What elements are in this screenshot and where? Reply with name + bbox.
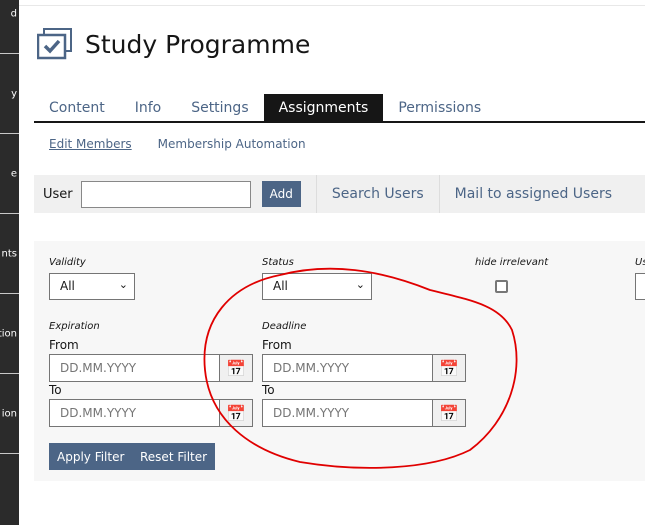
checkbox-window-icon [37, 28, 72, 60]
deadline-to-field: DD.MM.YYYY 📅 [262, 399, 466, 427]
hide-irrelevant-label: hide irrelevant [475, 257, 549, 268]
tab-bar: Content Info Settings Assignments Permis… [34, 94, 645, 123]
tab-permissions[interactable]: Permissions [383, 94, 496, 121]
sidebar-item-label: d [10, 8, 17, 19]
status-label: Status [262, 257, 294, 268]
apply-filter-button[interactable]: Apply Filter [49, 443, 133, 470]
add-button[interactable]: Add [261, 181, 301, 207]
expiration-from-field: DD.MM.YYYY 📅 [49, 354, 253, 382]
chevron-down-icon: ⌄ [355, 278, 365, 291]
expiration-to-field: DD.MM.YYYY 📅 [49, 399, 253, 427]
filter-panel: Validity All ⌄ Status All ⌄ hide irrelevan… [34, 241, 645, 481]
toolbar: User Add Search Users Mail to assigned U… [34, 175, 645, 213]
calendar-icon[interactable]: 📅 [220, 399, 253, 427]
page-header: Study Programme [37, 28, 310, 60]
user-input[interactable] [80, 180, 251, 208]
deadline-to-input[interactable]: DD.MM.YYYY [262, 399, 433, 427]
validity-value: All [60, 279, 75, 293]
sidebar-item[interactable]: nts [0, 214, 19, 294]
sidebar: d y e nts ation ion [0, 0, 19, 525]
deadline-from-input[interactable]: DD.MM.YYYY [262, 354, 433, 382]
status-select[interactable]: All ⌄ [262, 273, 372, 300]
top-bar [19, 0, 645, 6]
sidebar-item-label: y [11, 88, 17, 99]
sidebar-item[interactable]: d [0, 0, 19, 54]
expiration-to-input[interactable]: DD.MM.YYYY [49, 399, 220, 427]
tab-content[interactable]: Content [34, 94, 120, 121]
subtab-edit-members[interactable]: Edit Members [49, 137, 132, 151]
hide-irrelevant-checkbox[interactable] [495, 280, 508, 293]
calendar-icon[interactable]: 📅 [433, 399, 466, 427]
cut-off-select[interactable] [635, 273, 645, 300]
deadline-from-field: DD.MM.YYYY 📅 [262, 354, 466, 382]
mail-users-button[interactable]: Mail to assigned Users [455, 186, 612, 202]
tab-info[interactable]: Info [120, 94, 177, 121]
sidebar-item[interactable]: ion [0, 374, 19, 454]
expiration-to-label: To [49, 383, 62, 397]
sidebar-item-label: ion [1, 408, 17, 419]
sidebar-item[interactable]: e [0, 134, 19, 214]
status-value: All [273, 279, 288, 293]
tab-assignments[interactable]: Assignments [263, 94, 384, 121]
calendar-icon[interactable]: 📅 [220, 354, 253, 382]
sidebar-item-label: nts [1, 248, 17, 259]
deadline-label: Deadline [262, 321, 307, 332]
sidebar-item[interactable]: ation [0, 294, 19, 374]
divider [315, 175, 317, 213]
sidebar-item-label: e [10, 168, 17, 179]
search-users-button[interactable]: Search Users [332, 186, 424, 202]
sidebar-item-label: ation [0, 328, 17, 339]
deadline-from-label: From [262, 338, 292, 352]
validity-label: Validity [49, 257, 86, 268]
expiration-from-label: From [49, 338, 79, 352]
calendar-icon[interactable]: 📅 [433, 354, 466, 382]
validity-select[interactable]: All ⌄ [49, 273, 135, 300]
expiration-from-input[interactable]: DD.MM.YYYY [49, 354, 220, 382]
page-title: Study Programme [85, 29, 311, 59]
chevron-down-icon: ⌄ [118, 278, 128, 291]
sidebar-item[interactable]: y [0, 54, 19, 134]
user-label: User [43, 186, 73, 202]
tab-settings[interactable]: Settings [176, 94, 263, 121]
subtab-membership-automation[interactable]: Membership Automation [158, 137, 306, 151]
reset-filter-button[interactable]: Reset Filter [132, 443, 216, 470]
deadline-to-label: To [262, 383, 275, 397]
divider [438, 175, 440, 213]
cut-off-label: Us [635, 257, 645, 268]
expiration-label: Expiration [49, 321, 100, 332]
subtabs: Edit Members Membership Automation [49, 137, 306, 151]
